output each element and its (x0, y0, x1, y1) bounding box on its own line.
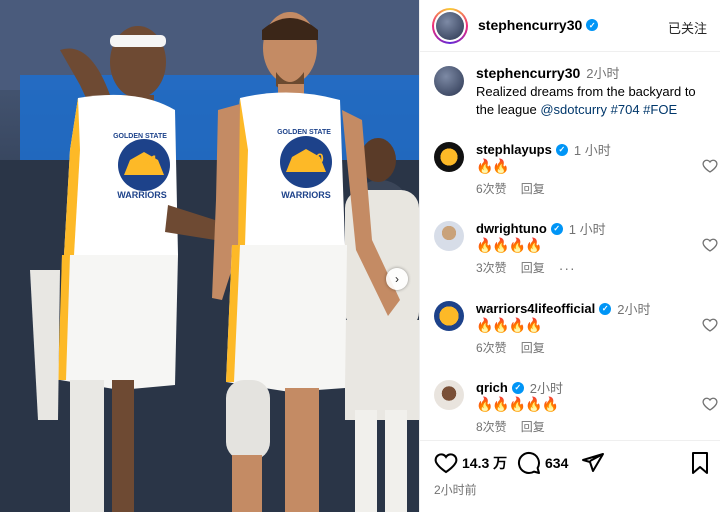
comment-item: stephlayups ✓ 1 小时 🔥🔥 6次赞 回复 (434, 140, 718, 212)
caption-username[interactable]: stephencurry30 (476, 65, 580, 81)
caption-time: 2小时 (586, 66, 620, 81)
post-actions: 14.3 万 634 2小时前 (420, 440, 720, 512)
jersey-number-left: 31 (142, 152, 158, 168)
comment-item: dwrightuno ✓ 1 小时 🔥🔥🔥🔥 3次赞 回复 ··· (434, 219, 718, 291)
author-username[interactable]: stephencurry30 (478, 17, 582, 33)
comment-count: 634 (545, 455, 569, 471)
verified-icon: ✓ (599, 302, 612, 315)
like-button[interactable]: 14.3 万 (434, 451, 507, 475)
verified-icon: ✓ (511, 381, 524, 394)
jersey-top-left: GOLDEN STATE (113, 133, 167, 140)
verified-icon: ✓ (550, 222, 563, 235)
post-header: stephencurry30 ✓ 已关注 (420, 0, 720, 52)
comment-reply-button[interactable]: 回复 (521, 418, 545, 435)
players-illustration: 31 GOLDEN STATE WARRIORS 30 GOLDEN STATE… (0, 0, 419, 512)
following-button[interactable]: 已关注 (668, 18, 707, 37)
bookmark-icon[interactable] (689, 451, 711, 475)
comment-likes[interactable]: 6次赞 (476, 180, 507, 197)
comment-time: 2小时 (529, 381, 564, 396)
jersey-number-right: 30 (308, 150, 324, 166)
comment-likes[interactable]: 6次赞 (476, 339, 507, 356)
share-icon[interactable] (581, 451, 605, 475)
comment-item: warriors4lifeofficial ✓ 2小时 🔥🔥🔥🔥 6次赞 回复 (434, 299, 718, 371)
save-button[interactable] (689, 451, 711, 480)
verified-icon: ✓ (586, 19, 599, 31)
comment-username[interactable]: qrich (476, 380, 508, 395)
comment-icon[interactable] (517, 451, 541, 475)
jersey-team-right: WARRIORS (281, 190, 331, 200)
comment-text: 🔥🔥🔥🔥 (476, 237, 543, 253)
caption-avatar[interactable] (434, 66, 464, 96)
comment-avatar[interactable] (434, 301, 464, 331)
post-side-panel: stephencurry30 ✓ 已关注 stephencurry30 2小时 R… (419, 0, 720, 512)
comment-button[interactable]: 634 (517, 451, 568, 475)
jersey-top-right: GOLDEN STATE (277, 129, 331, 136)
caption-mention[interactable]: @sdotcurry (540, 102, 607, 117)
caption-hashtags[interactable]: #704 #FOE (611, 102, 678, 117)
author-avatar[interactable] (432, 8, 468, 44)
comment-avatar[interactable] (434, 221, 464, 251)
comment-username[interactable]: stephlayups (476, 142, 552, 157)
heart-icon[interactable] (702, 396, 718, 412)
verified-icon: ✓ (555, 143, 568, 156)
next-photo-button[interactable]: › (386, 268, 408, 290)
comment-time: 1 小时 (568, 222, 606, 237)
post-caption: stephencurry30 2小时 Realized dreams from t… (434, 64, 714, 119)
comment-username[interactable]: dwrightuno (476, 221, 547, 236)
comment-time: 1 小时 (573, 143, 611, 158)
comment-avatar[interactable] (434, 380, 464, 410)
comment-text: 🔥🔥🔥🔥 (476, 317, 543, 333)
comment-reply-button[interactable]: 回复 (521, 180, 545, 197)
heart-icon[interactable] (702, 158, 718, 174)
post-photo[interactable]: 31 GOLDEN STATE WARRIORS 30 GOLDEN STATE… (0, 0, 419, 512)
heart-icon[interactable] (434, 451, 458, 475)
comment-username[interactable]: warriors4lifeofficial (476, 301, 595, 316)
more-options-icon[interactable]: ··· (559, 260, 576, 276)
heart-icon[interactable] (702, 237, 718, 253)
comment-text: 🔥🔥 (476, 158, 510, 174)
post-timestamp: 2小时前 (434, 483, 477, 497)
comment-reply-button[interactable]: 回复 (521, 339, 545, 356)
jersey-team-left: WARRIORS (117, 190, 167, 200)
like-count: 14.3 万 (462, 455, 508, 471)
comment-likes[interactable]: 3次赞 (476, 259, 507, 276)
comment-likes[interactable]: 8次赞 (476, 418, 507, 435)
comment-text: 🔥🔥🔥🔥🔥 (476, 396, 559, 412)
heart-icon[interactable] (702, 317, 718, 333)
comment-time: 2小时 (617, 302, 651, 317)
share-button[interactable] (581, 451, 609, 475)
comment-reply-button[interactable]: 回复 (521, 259, 545, 276)
comment-avatar[interactable] (434, 142, 464, 172)
